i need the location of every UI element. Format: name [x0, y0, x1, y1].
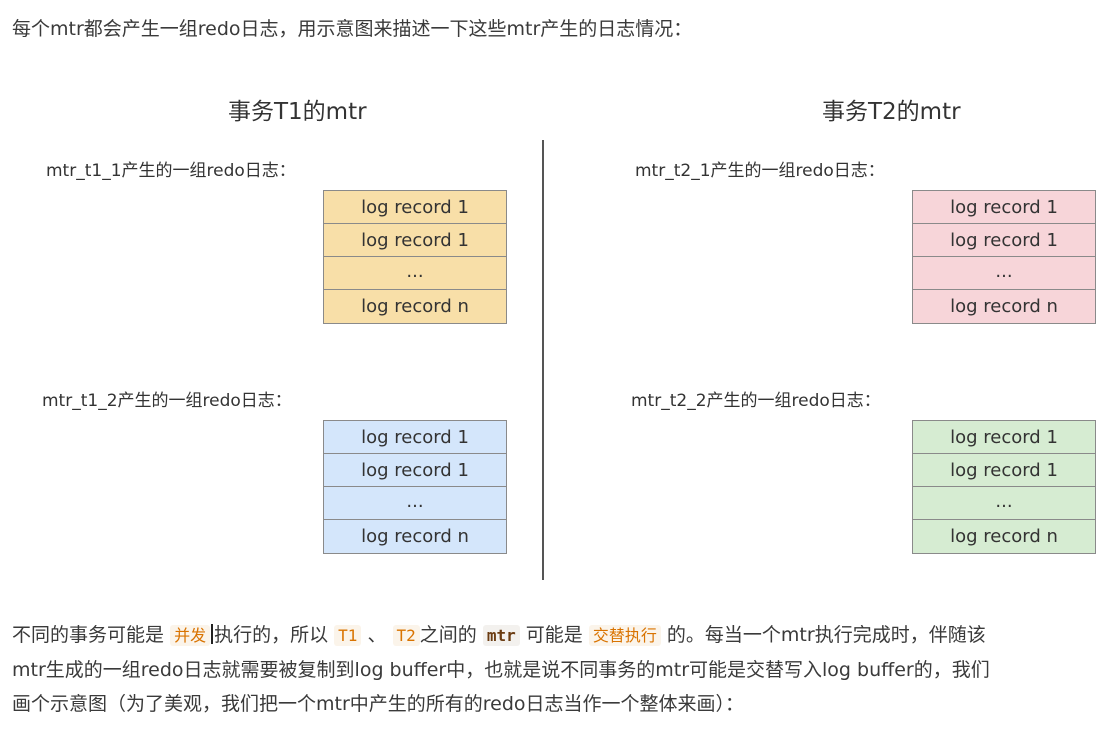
text-segment: 执行的，所以 [214, 624, 329, 646]
group-label-t2-2: mtr_t2_2产生的一组redo日志： [631, 391, 881, 411]
inline-code-t1: T1 [334, 625, 362, 646]
log-record: log record 1 [324, 454, 506, 487]
paragraph-line-1: 不同的事务可能是 并发 执行的，所以 T1 、 T2 之间的 mtr 可能是 交替执… [12, 618, 1112, 653]
group-label-t1-1: mtr_t1_1产生的一组redo日志： [46, 161, 296, 181]
log-record: log record n [324, 520, 506, 553]
log-record: log record 1 [913, 191, 1095, 224]
log-record-ellipsis: ... [324, 257, 506, 290]
inline-code-interleave: 交替执行 [588, 625, 661, 646]
redo-log-stack-t1-1: log record 1 log record 1 ... log record… [323, 190, 507, 324]
paragraph-line-3: 画个示意图（为了美观，我们把一个mtr中产生的所有的redo日志当作一个整体来画… [12, 693, 745, 715]
group-label-t1-2: mtr_t1_2产生的一组redo日志： [42, 391, 292, 411]
log-record: log record 1 [324, 191, 506, 224]
paragraph-line-2: mtr生成的一组redo日志就需要被复制到log buffer中，也就是说不同事… [12, 659, 990, 681]
column-divider [542, 140, 544, 580]
text-segment: 不同的事务可能是 [12, 624, 165, 646]
log-record: log record 1 [324, 421, 506, 454]
redo-log-stack-t1-2: log record 1 log record 1 ... log record… [323, 420, 507, 554]
column-title-t2: 事务T2的mtr [822, 99, 961, 125]
log-record-ellipsis: ... [324, 487, 506, 520]
text-segment: 可能是 [525, 624, 583, 646]
inline-code-concurrent: 并发 [170, 625, 211, 646]
redo-log-stack-t2-1: log record 1 log record 1 ... log record… [912, 190, 1096, 324]
group-label-t2-1: mtr_t2_1产生的一组redo日志： [635, 161, 885, 181]
inline-code-t2: T2 [392, 625, 420, 646]
redo-log-stack-t2-2: log record 1 log record 1 ... log record… [912, 420, 1096, 554]
log-record: log record 1 [913, 421, 1095, 454]
text-cursor-icon [211, 624, 214, 644]
inline-code-mtr: mtr [482, 625, 520, 646]
log-record: log record 1 [324, 224, 506, 257]
log-record: log record 1 [913, 454, 1095, 487]
log-record-ellipsis: ... [913, 487, 1095, 520]
log-record: log record n [913, 520, 1095, 553]
text-segment: 之间的 [419, 624, 477, 646]
log-record-ellipsis: ... [913, 257, 1095, 290]
log-record: log record n [913, 290, 1095, 323]
log-record: log record 1 [913, 224, 1095, 257]
column-title-t1: 事务T1的mtr [228, 99, 367, 125]
text-segment: 、 [367, 624, 387, 646]
intro-text: 每个mtr都会产生一组redo日志，用示意图来描述一下这些mtr产生的日志情况： [12, 18, 693, 40]
explanation-paragraph: 不同的事务可能是 并发 执行的，所以 T1 、 T2 之间的 mtr 可能是 交替执… [12, 618, 1112, 721]
text-segment: 的。每当一个mtr执行完成时，伴随该 [666, 624, 986, 646]
log-record: log record n [324, 290, 506, 323]
